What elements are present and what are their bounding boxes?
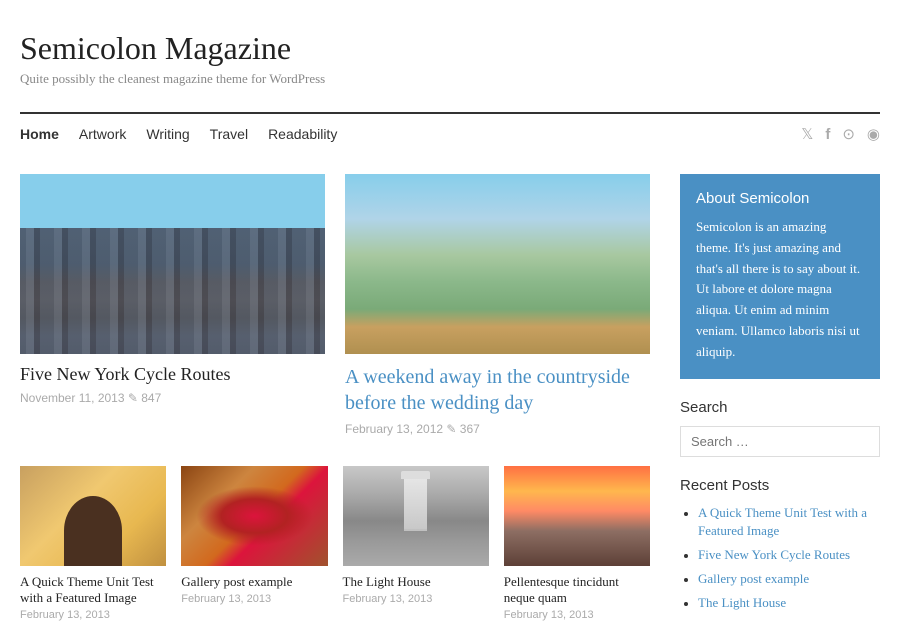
recent-post-item-1: A Quick Theme Unit Test with a Featured … — [698, 504, 880, 540]
post-thumb-4 — [504, 466, 650, 566]
small-post-meta-2: February 13, 2013 — [181, 593, 327, 605]
facebook-icon[interactable]: f — [825, 126, 830, 143]
small-post-4: Pellentesque tincidunt neque quam Februa… — [504, 466, 650, 621]
small-post-title-4: Pellentesque tincidunt neque quam — [504, 574, 650, 606]
recent-post-link-3[interactable]: Gallery post example — [698, 571, 809, 586]
small-post-title-2: Gallery post example — [181, 574, 327, 590]
post-link-2[interactable]: A weekend away in the countryside before… — [345, 366, 630, 414]
nav-social: 𝕏 f ⊙ ◉ — [801, 125, 880, 144]
github-icon[interactable]: ⊙ — [842, 125, 855, 144]
site-header: Semicolon Magazine Quite possibly the cl… — [20, 0, 880, 97]
about-widget-text: Semicolon is an amazing theme. It's just… — [696, 217, 864, 363]
recent-post-link-2[interactable]: Five New York Cycle Routes — [698, 547, 850, 562]
post-thumbnail-nyc — [20, 174, 325, 354]
featured-post-1: Five New York Cycle Routes November 11, … — [20, 174, 325, 436]
small-post-1: A Quick Theme Unit Test with a Featured … — [20, 466, 166, 621]
post-image-2 — [345, 174, 650, 354]
recent-post-item-2: Five New York Cycle Routes — [698, 546, 880, 564]
small-post-title-1: A Quick Theme Unit Test with a Featured … — [20, 574, 166, 606]
recent-post-link-1[interactable]: A Quick Theme Unit Test with a Featured … — [698, 505, 867, 538]
post-thumb-2 — [181, 466, 327, 566]
main-content: Five New York Cycle Routes November 11, … — [20, 174, 880, 621]
small-post-2: Gallery post example February 13, 2013 — [181, 466, 327, 621]
nav-list: Home Artwork Writing Travel Readability … — [20, 114, 880, 154]
site-description: Quite possibly the cleanest magazine the… — [20, 71, 880, 87]
twitter-icon[interactable]: 𝕏 — [801, 125, 813, 143]
nav-item-readability[interactable]: Readability — [268, 114, 357, 154]
rss-icon[interactable]: ◉ — [867, 125, 880, 144]
nav-item-writing[interactable]: Writing — [146, 114, 209, 154]
small-posts-row: A Quick Theme Unit Test with a Featured … — [20, 466, 650, 621]
nav-item-artwork[interactable]: Artwork — [79, 114, 146, 154]
nav-link-readability[interactable]: Readability — [268, 114, 357, 154]
nav-item-home[interactable]: Home — [20, 114, 79, 154]
small-post-meta-1: February 13, 2013 — [20, 609, 166, 621]
nav-link-home[interactable]: Home — [20, 114, 79, 154]
site-nav: Home Artwork Writing Travel Readability … — [20, 112, 880, 154]
small-post-title-3: The Light House — [343, 574, 489, 590]
recent-posts-widget: Recent Posts A Quick Theme Unit Test wit… — [680, 477, 880, 613]
post-meta-1: November 11, 2013 ✎ 847 — [20, 391, 325, 405]
post-title-1: Five New York Cycle Routes — [20, 364, 325, 385]
nav-link-travel[interactable]: Travel — [210, 114, 268, 154]
small-post-3: The Light House February 13, 2013 — [343, 466, 489, 621]
nav-link-writing[interactable]: Writing — [146, 114, 209, 154]
post-thumbnail-countryside — [345, 174, 650, 354]
site-title: Semicolon Magazine — [20, 30, 880, 67]
recent-posts-title: Recent Posts — [680, 477, 880, 494]
post-image-1 — [20, 174, 325, 354]
recent-post-item-3: Gallery post example — [698, 570, 880, 588]
search-input[interactable] — [680, 426, 880, 457]
nav-item-travel[interactable]: Travel — [210, 114, 268, 154]
recent-post-item-4: The Light House — [698, 594, 880, 612]
posts-area: Five New York Cycle Routes November 11, … — [20, 174, 650, 621]
nav-link-artwork[interactable]: Artwork — [79, 114, 146, 154]
small-post-meta-3: February 13, 2013 — [343, 593, 489, 605]
post-thumb-3 — [343, 466, 489, 566]
search-widget-title: Search — [680, 399, 880, 416]
post-thumb-1 — [20, 466, 166, 566]
recent-posts-list: A Quick Theme Unit Test with a Featured … — [680, 504, 880, 613]
sidebar: About Semicolon Semicolon is an amazing … — [680, 174, 880, 621]
featured-post-2: A weekend away in the countryside before… — [345, 174, 650, 436]
post-title-2: A weekend away in the countryside before… — [345, 364, 650, 416]
search-widget: Search — [680, 399, 880, 457]
featured-row: Five New York Cycle Routes November 11, … — [20, 174, 650, 436]
small-post-meta-4: February 13, 2013 — [504, 609, 650, 621]
about-widget-title: About Semicolon — [696, 190, 864, 207]
about-widget: About Semicolon Semicolon is an amazing … — [680, 174, 880, 379]
recent-post-link-4[interactable]: The Light House — [698, 595, 786, 610]
post-meta-2: February 13, 2012 ✎ 367 — [345, 422, 650, 436]
